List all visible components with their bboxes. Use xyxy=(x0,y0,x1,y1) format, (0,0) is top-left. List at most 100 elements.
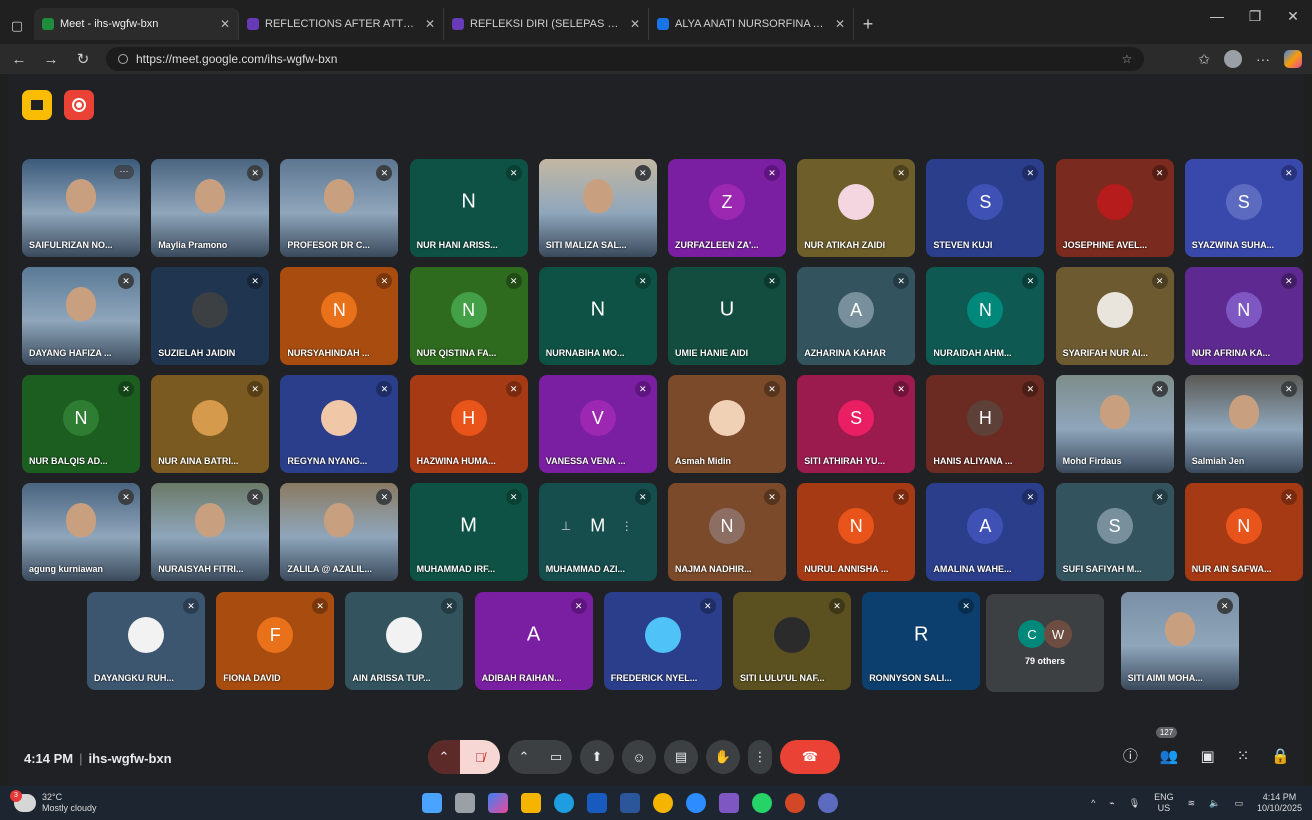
task-view-icon[interactable] xyxy=(455,793,475,813)
participant-tile[interactable]: ✕ DAYANGKU RUH... xyxy=(87,592,205,690)
browser-tab[interactable]: REFLECTIONS AFTER ATTENDING ✕ xyxy=(239,8,444,40)
file-explorer-icon[interactable] xyxy=(521,793,541,813)
minimize-button[interactable]: — xyxy=(1198,8,1236,25)
participant-tile[interactable]: M ⊥ ⋮ ✕ MUHAMMAD AZI... xyxy=(538,483,657,581)
meeting-details-icon[interactable]: ⓘ xyxy=(1123,745,1138,766)
window-menu-icon[interactable]: ▢ xyxy=(0,8,34,44)
captions-icon[interactable]: ▤ xyxy=(664,740,698,774)
participant-tile[interactable]: ✕ SITI AIMI MOHA... xyxy=(1120,592,1239,690)
volume-icon[interactable]: 🔈 xyxy=(1209,798,1220,809)
participant-tile[interactable]: ✕ REGYNA NYANG... xyxy=(280,375,399,473)
tab-close-icon[interactable]: ✕ xyxy=(835,17,845,31)
participant-tile[interactable]: N ✕ NUR QISTINA FA... xyxy=(409,267,528,365)
tray-app-icon[interactable]: ⌁ xyxy=(1109,798,1114,809)
browser-tab[interactable]: REFLEKSI DIRI (SELEPAS MENGHA ✕ xyxy=(444,8,649,40)
participant-tile[interactable]: N ✕ NUR AFRINA KA... xyxy=(1184,267,1303,365)
zoom-icon[interactable] xyxy=(686,793,706,813)
emoji-reactions-icon[interactable]: ☺ xyxy=(622,740,656,774)
participant-tile[interactable]: R ✕ RONNYSON SALI... xyxy=(862,592,981,690)
participant-tile[interactable]: N ✕ NUR AIN SAFWA... xyxy=(1184,483,1303,581)
tab-close-icon[interactable]: ✕ xyxy=(425,17,435,31)
participant-tile[interactable]: ··· SAIFULRIZAN NO... xyxy=(22,159,140,257)
participant-tile[interactable]: ✕ SUZIELAH JAIDIN xyxy=(151,267,270,365)
more-options-icon[interactable]: ⋮ xyxy=(748,740,772,774)
participant-tile[interactable]: ✕ SYARIFAH NUR AI... xyxy=(1055,267,1174,365)
leave-call-button[interactable]: ☎ xyxy=(780,740,840,774)
reload-button[interactable]: ↻ xyxy=(74,50,92,68)
participant-tile[interactable]: ✕ Mohd Firdaus xyxy=(1055,375,1174,473)
participant-tile[interactable]: A ✕ AMALINA WAHE... xyxy=(926,483,1045,581)
participant-tile[interactable]: Z ✕ ZURFAZLEEN ZA'... xyxy=(668,159,786,257)
captions-status-button[interactable] xyxy=(22,90,52,120)
more-menu-icon[interactable]: ··· xyxy=(1256,51,1270,67)
participant-tile[interactable]: N ✕ NURNABIHA MO... xyxy=(538,267,657,365)
others-tile[interactable]: C W 79 others xyxy=(986,594,1104,692)
copilot-icon[interactable] xyxy=(1284,50,1302,68)
chat-icon[interactable]: ▣ xyxy=(1201,747,1215,765)
url-bar[interactable]: https://meet.google.com/ihs-wgfw-bxn ☆ xyxy=(106,47,1145,71)
participant-tile[interactable]: ✕ SITI MALIZA SAL... xyxy=(538,159,657,257)
new-tab-button[interactable]: + xyxy=(854,8,882,40)
participant-tile[interactable]: M ✕ MUHAMMAD IRF... xyxy=(409,483,528,581)
wifi-icon[interactable]: ≋ xyxy=(1188,798,1196,809)
favorites-icon[interactable]: ✩ xyxy=(1198,51,1210,68)
participant-tile[interactable]: ✕ Salmiah Jen xyxy=(1184,375,1303,473)
participant-tile[interactable]: H ✕ HAZWINA HUMA... xyxy=(409,375,528,473)
participant-tile[interactable]: N ✕ NURUL ANNISHA ... xyxy=(797,483,916,581)
tray-chevron-icon[interactable]: ^ xyxy=(1091,798,1095,808)
participant-tile[interactable]: A ✕ ADIBAH RAIHAN... xyxy=(474,592,593,690)
camera-icon[interactable]: ▭ xyxy=(540,740,572,774)
browser-profile-icon[interactable] xyxy=(818,793,838,813)
close-window-button[interactable]: ✕ xyxy=(1274,8,1312,25)
raise-hand-icon[interactable]: ✋ xyxy=(706,740,740,774)
battery-icon[interactable]: ▭ xyxy=(1234,798,1243,809)
browser-tab[interactable]: Meet - ihs-wgfw-bxn ✕ xyxy=(34,8,239,40)
word-doc-icon[interactable] xyxy=(620,793,640,813)
participant-tile[interactable]: S ✕ SITI ATHIRAH YU... xyxy=(797,375,916,473)
participant-tile[interactable]: F ✕ FIONA DAVID xyxy=(216,592,335,690)
participant-tile[interactable]: ✕ agung kurniawan xyxy=(22,483,140,581)
mic-off-icon[interactable]: 🎙̸ xyxy=(460,740,500,774)
participant-tile[interactable]: N ✕ NURSYAHINDAH ... xyxy=(280,267,399,365)
participant-tile[interactable]: N ✕ NUR BALQIS AD... xyxy=(22,375,140,473)
site-info-icon[interactable] xyxy=(118,54,128,64)
clock[interactable]: 4:14 PM 10/10/2025 xyxy=(1257,792,1302,814)
participant-tile[interactable]: ✕ AIN ARISSA TUP... xyxy=(345,592,464,690)
participant-tile[interactable]: ✕ Asmah Midin xyxy=(668,375,786,473)
participant-tile[interactable]: S ✕ SYAZWINA SUHA... xyxy=(1184,159,1303,257)
whatsapp-icon[interactable] xyxy=(752,793,772,813)
restore-button[interactable]: ❐ xyxy=(1236,8,1274,25)
participant-tile[interactable]: H ✕ HANIS ALIYANA ... xyxy=(926,375,1045,473)
back-button[interactable]: ← xyxy=(10,51,28,68)
participant-tile[interactable]: ✕ FREDERICK NYEL... xyxy=(603,592,722,690)
host-controls-icon[interactable]: 🔒 xyxy=(1271,747,1290,765)
participant-tile[interactable]: N ✕ NAJMA NADHIR... xyxy=(668,483,786,581)
recording-indicator-button[interactable] xyxy=(64,90,94,120)
browser-tab[interactable]: ALYA ANATI NURSORFINA ABDUL ✕ xyxy=(649,8,854,40)
participant-tile[interactable]: U ✕ UMIE HANIE AIDI xyxy=(668,267,786,365)
powerpoint-icon[interactable] xyxy=(785,793,805,813)
tab-close-icon[interactable]: ✕ xyxy=(220,17,230,31)
participant-tile[interactable]: S ✕ SUFI SAFIYAH M... xyxy=(1055,483,1174,581)
participant-tile[interactable]: S ✕ STEVEN KUJI xyxy=(926,159,1045,257)
participant-tile[interactable]: N ✕ NUR HANI ARISS... xyxy=(409,159,528,257)
participant-tile[interactable]: ✕ PROFESOR DR C... xyxy=(280,159,399,257)
language-indicator[interactable]: ENG US xyxy=(1154,792,1174,814)
tray-mic-icon[interactable]: 🎙 xyxy=(1129,798,1140,809)
tile-more-icon[interactable]: ⋮ xyxy=(621,519,633,533)
participant-tile[interactable]: ✕ DAYANG HAFIZA ... xyxy=(22,267,140,365)
video-options-chevron-icon[interactable]: ⌃ xyxy=(508,740,540,774)
edge-icon[interactable] xyxy=(554,793,574,813)
present-screen-icon[interactable]: ⬆ xyxy=(580,740,614,774)
start-icon[interactable] xyxy=(422,793,442,813)
profile-avatar[interactable] xyxy=(1224,50,1242,68)
favorite-star-icon[interactable]: ☆ xyxy=(1122,52,1133,66)
participant-tile[interactable]: ✕ JOSEPHINE AVEL... xyxy=(1055,159,1174,257)
activities-icon[interactable]: ⁙ xyxy=(1237,747,1250,765)
participant-tile[interactable]: A ✕ AZHARINA KAHAR xyxy=(797,267,916,365)
audio-options-chevron-icon[interactable]: ⌃ xyxy=(428,740,460,774)
chrome-icon[interactable] xyxy=(653,793,673,813)
participant-tile[interactable]: ✕ NUR ATIKAH ZAIDI xyxy=(797,159,916,257)
participant-tile[interactable]: ✕ NURAISYAH FITRI... xyxy=(151,483,270,581)
participant-tile[interactable]: ✕ Maylia Pramono xyxy=(151,159,270,257)
